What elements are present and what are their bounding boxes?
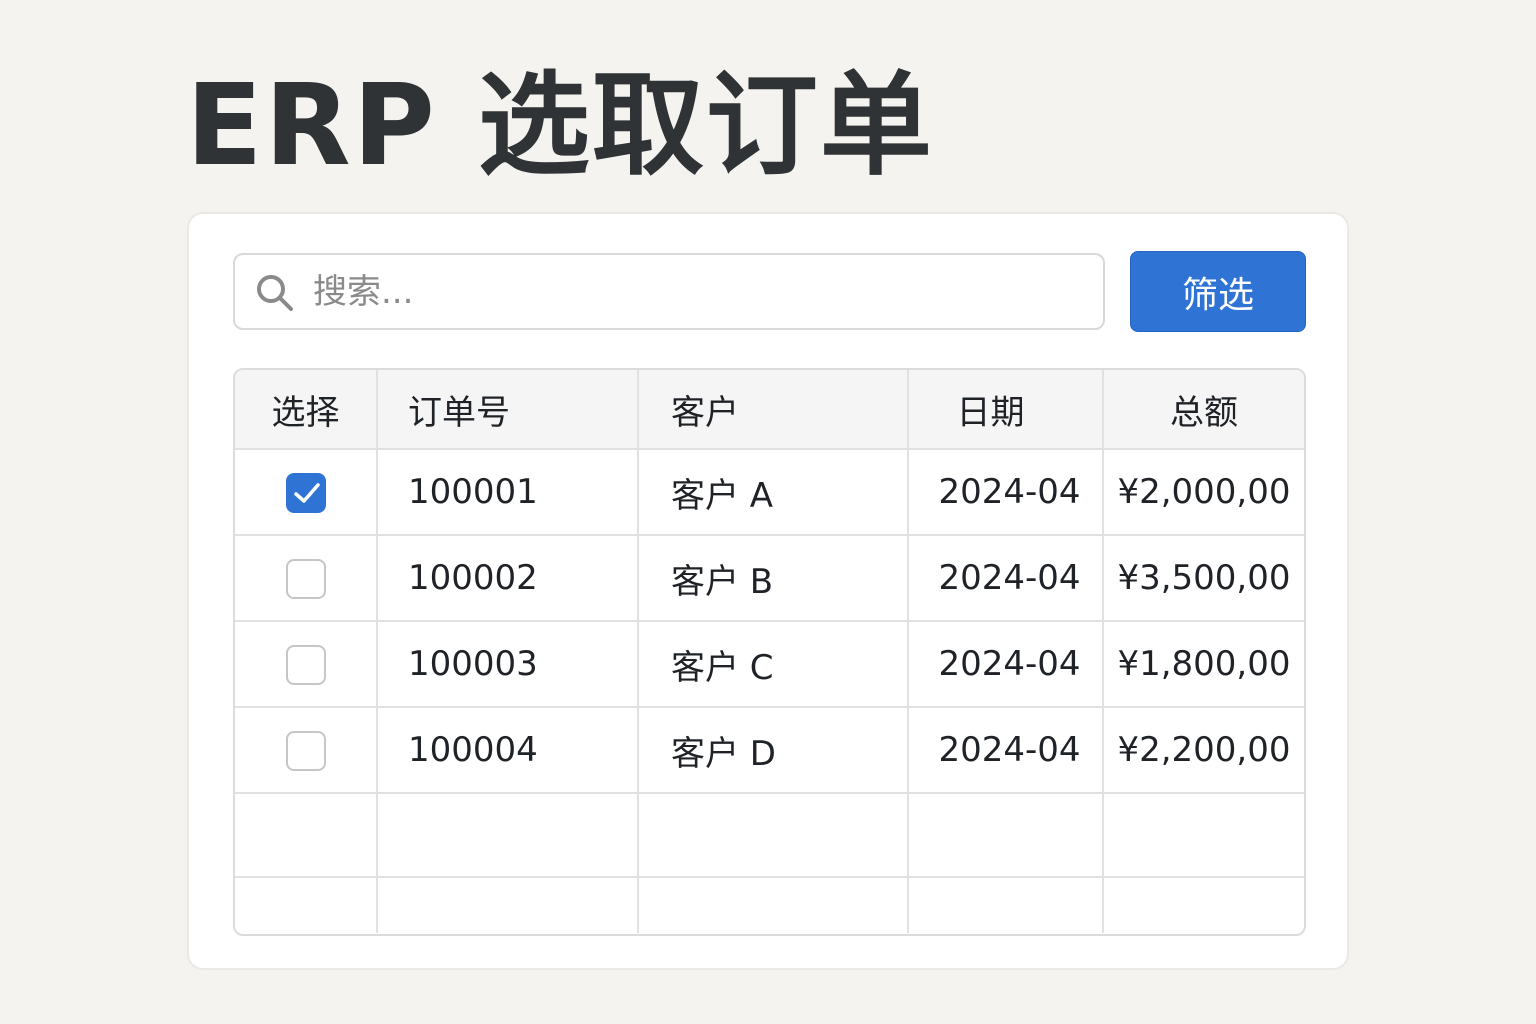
filter-button[interactable]: 筛选 [1130, 251, 1306, 332]
select-cell [235, 707, 378, 794]
empty-cell [908, 877, 1104, 933]
empty-cell [235, 877, 378, 933]
search-icon [257, 275, 293, 311]
row-checkbox[interactable] [285, 558, 326, 599]
table-row[interactable]: 100004 客户 D 2024-04 ¥2,200,00 [235, 707, 1304, 794]
empty-table-row [235, 877, 1304, 933]
column-header-date[interactable]: 日期 [908, 370, 1104, 450]
empty-cell [1103, 877, 1304, 933]
order-selection-card: 筛选 选择 订单号 客户 日期 总额 [187, 212, 1349, 970]
customer-cell: 客户 C [638, 621, 909, 708]
table-header-row: 选择 订单号 客户 日期 总额 [235, 370, 1304, 450]
order-number-cell: 100001 [377, 449, 639, 536]
column-header-select[interactable]: 选择 [235, 370, 378, 450]
row-checkbox-checked[interactable] [285, 472, 326, 513]
empty-cell [908, 793, 1104, 878]
table-row[interactable]: 100002 客户 B 2024-04 ¥3,500,00 [235, 535, 1304, 622]
total-cell: ¥2,000,00 [1103, 449, 1304, 536]
select-cell [235, 449, 378, 536]
select-cell [235, 621, 378, 708]
empty-cell [377, 793, 639, 878]
customer-cell: 客户 D [638, 707, 909, 794]
customer-cell: 客户 A [638, 449, 909, 536]
date-cell: 2024-04 [908, 449, 1104, 536]
date-cell: 2024-04 [908, 707, 1104, 794]
column-header-total[interactable]: 总额 [1103, 370, 1304, 450]
empty-cell [377, 877, 639, 933]
date-cell: 2024-04 [908, 621, 1104, 708]
order-number-cell: 100002 [377, 535, 639, 622]
page-title: ERP 选取订单 [186, 61, 934, 191]
order-number-cell: 100003 [377, 621, 639, 708]
empty-cell [638, 793, 909, 878]
empty-table-row [235, 793, 1304, 878]
total-cell: ¥2,200,00 [1103, 707, 1304, 794]
column-header-customer[interactable]: 客户 [638, 370, 909, 450]
check-icon [293, 483, 320, 503]
empty-cell [638, 877, 909, 933]
empty-cell [1103, 793, 1304, 878]
order-number-cell: 100004 [377, 707, 639, 794]
total-cell: ¥3,500,00 [1103, 535, 1304, 622]
row-checkbox[interactable] [285, 730, 326, 771]
date-cell: 2024-04 [908, 535, 1104, 622]
table-row[interactable]: 100001 客户 A 2024-04 ¥2,000,00 [235, 449, 1304, 536]
select-cell [235, 535, 378, 622]
empty-cell [235, 793, 378, 878]
search-box[interactable] [233, 253, 1105, 330]
orders-table: 选择 订单号 客户 日期 总额 100001 客户 A 2024-04 ¥2,0… [233, 368, 1306, 936]
row-checkbox[interactable] [285, 644, 326, 685]
table-row[interactable]: 100003 客户 C 2024-04 ¥1,800,00 [235, 621, 1304, 708]
search-input[interactable] [313, 263, 1083, 321]
total-cell: ¥1,800,00 [1103, 621, 1304, 708]
column-header-order-no[interactable]: 订单号 [377, 370, 639, 450]
customer-cell: 客户 B [638, 535, 909, 622]
